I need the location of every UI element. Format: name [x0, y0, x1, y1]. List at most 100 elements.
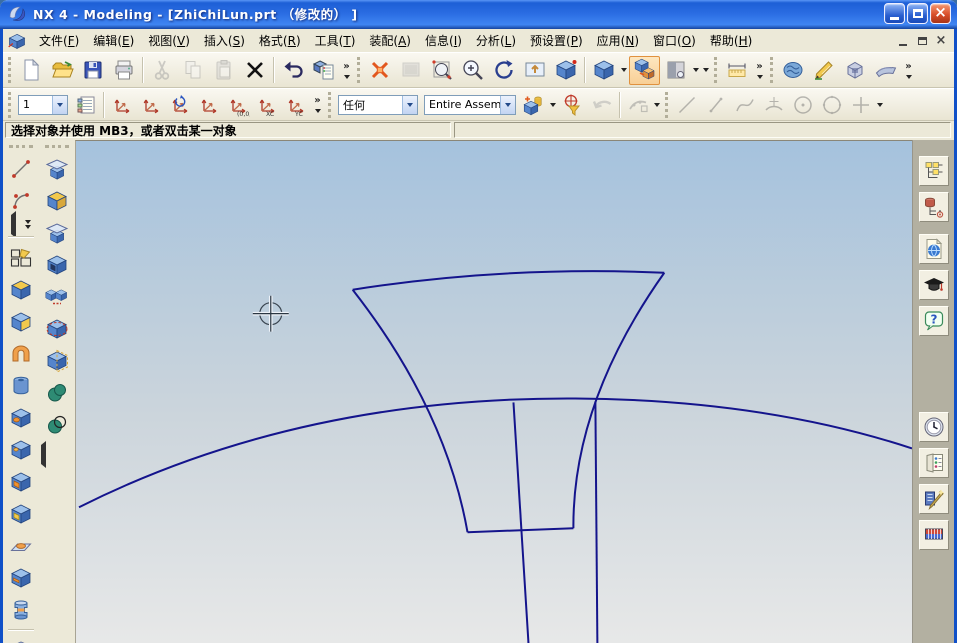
toolbar-grip-handle[interactable] — [45, 145, 69, 148]
wcs-set-origin-button[interactable]: (0,0,0) — [223, 91, 252, 118]
line2-tool-button[interactable] — [701, 91, 730, 118]
assembly-options-button-dropdown[interactable] — [548, 90, 558, 119]
copy-button[interactable] — [177, 56, 208, 85]
intersect-button[interactable] — [43, 410, 72, 439]
training-button[interactable] — [919, 270, 949, 300]
sheet-body-button[interactable] — [870, 56, 901, 85]
save-button[interactable] — [77, 56, 108, 85]
part-navigator-button[interactable] — [919, 192, 949, 222]
unite-button[interactable] — [43, 378, 72, 407]
toolbar-overflow-button[interactable]: » — [752, 62, 767, 79]
close-button[interactable]: × — [930, 3, 951, 24]
unite-bodies-button[interactable] — [43, 282, 72, 311]
graphics-viewport[interactable] — [75, 140, 912, 643]
hole-button[interactable] — [7, 403, 36, 432]
visualization-button[interactable] — [919, 484, 949, 514]
menu-assemblies[interactable]: 装配(A) — [362, 30, 418, 51]
shaded-view-button[interactable] — [588, 56, 619, 85]
mdi-restore-button[interactable] — [914, 34, 930, 48]
menu-tools[interactable]: 工具(T) — [308, 30, 363, 51]
boss-button[interactable] — [7, 435, 36, 464]
toolbar-grip-handle[interactable] — [9, 145, 33, 148]
paste-button[interactable] — [208, 56, 239, 85]
menu-information[interactable]: 信息(I) — [418, 30, 469, 51]
toolbar-grip-handle[interactable] — [714, 57, 717, 83]
pan-view-button[interactable] — [519, 56, 550, 85]
measure-distance-button[interactable] — [721, 56, 752, 85]
zoom-box-button[interactable] — [426, 56, 457, 85]
datum-check-button[interactable] — [808, 56, 839, 85]
pad-button[interactable] — [7, 499, 36, 528]
revolve-button[interactable] — [7, 307, 36, 336]
circle-center-tool-button[interactable] — [788, 91, 817, 118]
menu-analysis[interactable]: 分析(L) — [469, 30, 523, 51]
combo-dropdown-button[interactable] — [402, 96, 417, 114]
web-browser-button[interactable] — [919, 234, 949, 264]
role-button[interactable] — [777, 56, 808, 85]
extrude-bracket-button[interactable] — [43, 250, 72, 279]
mdi-close-button[interactable]: × — [933, 34, 949, 48]
wcs-yc-button[interactable]: YC — [281, 91, 310, 118]
fill-view-button[interactable] — [395, 56, 426, 85]
slot-button[interactable] — [7, 563, 36, 592]
half-section-button-dropdown[interactable] — [691, 56, 701, 85]
wcs-dynamics-button[interactable] — [107, 91, 136, 118]
block-button[interactable] — [43, 186, 72, 215]
snap-point-button[interactable] — [623, 91, 652, 118]
cut-button[interactable] — [146, 56, 177, 85]
menu-application[interactable]: 应用(N) — [590, 30, 646, 51]
extrude-button[interactable] — [7, 275, 36, 304]
undo-button[interactable] — [277, 56, 308, 85]
toolbar-overflow-button[interactable]: » — [310, 96, 325, 113]
shaded-view-button-dropdown[interactable] — [619, 56, 629, 85]
expand-more-button[interactable] — [25, 220, 31, 229]
trim-body-button[interactable] — [43, 346, 72, 375]
palettes-button[interactable] — [919, 448, 949, 478]
assembly-navigator-button[interactable] — [919, 156, 949, 186]
point-tool-button[interactable] — [846, 91, 875, 118]
scroll-left-button[interactable] — [11, 215, 16, 234]
cylinder-button[interactable] — [7, 371, 36, 400]
emboss-button[interactable] — [7, 531, 36, 560]
menu-edit[interactable]: 编辑(E) — [86, 30, 141, 51]
history-button[interactable] — [919, 412, 949, 442]
menu-insert[interactable]: 插入(S) — [197, 30, 252, 51]
sweep-button[interactable] — [7, 339, 36, 368]
line-tool-button[interactable] — [672, 91, 701, 118]
transform-button[interactable] — [308, 56, 339, 85]
combo-dropdown-button[interactable] — [500, 96, 515, 114]
materials-button[interactable] — [919, 520, 949, 550]
new-button[interactable] — [15, 56, 46, 85]
revolve-body-button[interactable] — [43, 314, 72, 343]
maximize-button[interactable] — [907, 3, 928, 24]
toolbar-options-button[interactable] — [875, 90, 885, 119]
toolbar-grip-handle[interactable] — [357, 57, 360, 83]
toolbar-overflow-button[interactable]: » — [339, 62, 354, 79]
modeling-app-button[interactable] — [839, 56, 870, 85]
menu-window[interactable]: 窗口(O) — [646, 30, 703, 51]
datum-plane-button[interactable] — [7, 636, 36, 643]
zoom-in-out-button[interactable] — [457, 56, 488, 85]
fit-view-button[interactable] — [364, 56, 395, 85]
open-button[interactable] — [46, 56, 77, 85]
boss-face-button[interactable] — [43, 218, 72, 247]
toolbar-grip-handle[interactable] — [8, 92, 11, 118]
work-assembly-combo[interactable]: Entire Assemb — [424, 95, 516, 115]
perspective-button[interactable] — [550, 56, 581, 85]
previous-selection-button[interactable] — [587, 91, 616, 118]
menu-format[interactable]: 格式(R) — [252, 30, 308, 51]
wcs-orient-button[interactable] — [194, 91, 223, 118]
wireframe-view-button[interactable] — [629, 56, 660, 85]
toolbar-grip-handle[interactable] — [665, 92, 668, 118]
help-button[interactable]: ? — [919, 306, 949, 336]
work-layer-combo[interactable]: 1 — [18, 95, 68, 115]
menu-file[interactable]: 文件(F) — [32, 30, 86, 51]
toolbar-grip-handle[interactable] — [8, 57, 11, 83]
pocket-button[interactable] — [7, 467, 36, 496]
toolbar-overflow-button[interactable]: » — [901, 62, 916, 79]
menu-preferences[interactable]: 预设置(P) — [523, 30, 590, 51]
wcs-rotate-button[interactable] — [165, 91, 194, 118]
minimize-button[interactable] — [884, 3, 905, 24]
layer-settings-button[interactable] — [71, 91, 100, 118]
toolbar-options-button[interactable] — [701, 56, 711, 85]
